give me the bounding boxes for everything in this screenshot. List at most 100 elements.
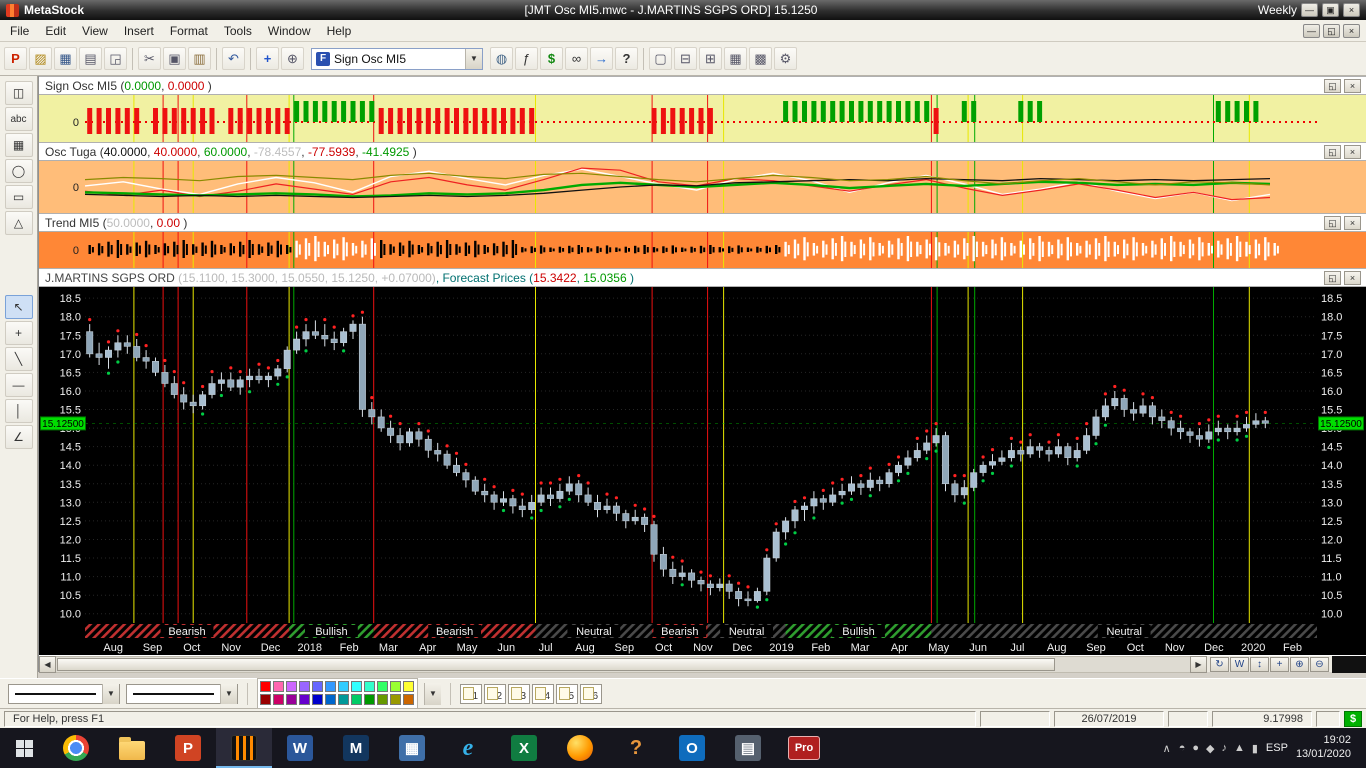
color-swatch-5[interactable]	[325, 681, 336, 692]
color-swatch-10[interactable]	[390, 681, 401, 692]
layout-preset-6-button[interactable]: 6	[580, 684, 602, 704]
print-preview-icon[interactable]: ◲	[104, 47, 127, 70]
menu-help[interactable]: Help	[319, 21, 360, 41]
undo-icon[interactable]: ↶	[222, 47, 245, 70]
color-swatch-8[interactable]	[364, 681, 375, 692]
trend-pane-restore-button[interactable]: ◱	[1324, 216, 1341, 230]
menu-format[interactable]: Format	[162, 21, 216, 41]
tray-icon-4[interactable]: ♪	[1221, 742, 1227, 755]
taskbar-excel[interactable]: X	[496, 728, 552, 768]
vertical-line-tool-icon[interactable]: │	[5, 399, 33, 423]
taskbar-metastock[interactable]	[216, 728, 272, 768]
color-swatch-19[interactable]	[351, 694, 362, 705]
trend-chart[interactable]: 0	[39, 232, 1366, 268]
osc-tuga-chart[interactable]: 0	[39, 161, 1366, 213]
new-window-icon[interactable]: ▢	[649, 47, 672, 70]
tile-horizontal-icon[interactable]: ⊟	[674, 47, 697, 70]
color-swatch-2[interactable]	[286, 681, 297, 692]
layout-preset-1-button[interactable]: 1	[460, 684, 482, 704]
vertical-fit-icon[interactable]: ↕	[1250, 657, 1269, 672]
color-swatch-13[interactable]	[273, 694, 284, 705]
taskbar-calculator[interactable]: ▦	[384, 728, 440, 768]
cut-icon[interactable]: ✂	[138, 47, 161, 70]
close-button[interactable]: ×	[1343, 3, 1360, 17]
save-icon[interactable]: ▦	[54, 47, 77, 70]
color-swatch-16[interactable]	[312, 694, 323, 705]
color-swatch-22[interactable]	[390, 694, 401, 705]
layout-preset-4-button[interactable]: 4	[532, 684, 554, 704]
price-chart[interactable]: 18.518.518.018.017.517.517.017.016.516.5…	[39, 287, 1366, 623]
grid-tool-icon[interactable]: ▦	[5, 133, 33, 157]
text-tool-icon[interactable]: abc	[5, 107, 33, 131]
clock[interactable]: 19:02 13/01/2020	[1296, 734, 1351, 762]
indicator-dropdown[interactable]: F Sign Osc MI5 ▼	[311, 48, 483, 70]
color-swatch-18[interactable]	[338, 694, 349, 705]
pan-chart-icon[interactable]: +	[256, 47, 279, 70]
color-swatch-14[interactable]	[286, 694, 297, 705]
tray-icon-2[interactable]: ●	[1192, 742, 1199, 755]
horizontal-line-tool-icon[interactable]: —	[5, 373, 33, 397]
menu-tools[interactable]: Tools	[216, 21, 260, 41]
explorer-icon[interactable]: ∞	[565, 47, 588, 70]
taskbar-fax[interactable]: ▤	[720, 728, 776, 768]
zoom-out-icon[interactable]: ⊖	[1310, 657, 1329, 672]
price-pane-body[interactable]: 18.518.518.018.017.517.517.017.016.516.5…	[39, 287, 1366, 623]
color-swatch-7[interactable]	[351, 681, 362, 692]
color-swatch-23[interactable]	[403, 694, 414, 705]
layout-preset-3-button[interactable]: 3	[508, 684, 530, 704]
osc-pane-body[interactable]: 0	[39, 161, 1366, 213]
menu-file[interactable]: File	[2, 21, 37, 41]
start-button[interactable]	[0, 728, 48, 768]
line-style-dropdown[interactable]: ▼	[8, 684, 120, 704]
chevron-down-icon[interactable]: ▼	[220, 684, 237, 704]
taskbar-internet-explorer[interactable]: e	[440, 728, 496, 768]
tray-chevron-icon[interactable]: ∧	[1163, 742, 1171, 755]
angle-line-tool-icon[interactable]: ∠	[5, 425, 33, 449]
menu-edit[interactable]: Edit	[37, 21, 74, 41]
whats-this-icon[interactable]: ?	[615, 47, 638, 70]
menu-view[interactable]: View	[74, 21, 116, 41]
scroll-right-button[interactable]: ▶	[1190, 656, 1207, 673]
menu-insert[interactable]: Insert	[116, 21, 162, 41]
tray-icon-5[interactable]: ▲	[1234, 742, 1245, 755]
ellipse-tool-icon[interactable]: ◯	[5, 159, 33, 183]
child-minimize-button[interactable]: —	[1303, 24, 1320, 38]
trend-pane-close-button[interactable]: ×	[1344, 216, 1361, 230]
layout-preset-2-button[interactable]: 2	[484, 684, 506, 704]
arrange-icons-icon[interactable]: ▩	[749, 47, 772, 70]
open-icon[interactable]: ▨	[29, 47, 52, 70]
taskbar-word[interactable]: W	[272, 728, 328, 768]
chevron-down-icon[interactable]: ▼	[102, 684, 119, 704]
tray-icon-3[interactable]: ◆	[1206, 742, 1214, 755]
taskbar-chrome[interactable]	[48, 728, 104, 768]
osc-pane-close-button[interactable]: ×	[1344, 145, 1361, 159]
taskbar-firefox[interactable]	[552, 728, 608, 768]
price-pane-close-button[interactable]: ×	[1344, 271, 1361, 285]
color-swatch-9[interactable]	[377, 681, 388, 692]
tray-icon-6[interactable]: ▮	[1252, 742, 1258, 755]
sign-pane-close-button[interactable]: ×	[1344, 79, 1361, 93]
color-swatch-11[interactable]	[403, 681, 414, 692]
tray-icon-1[interactable]: ◓	[1179, 742, 1186, 755]
scrollbar-track[interactable]	[56, 656, 1190, 673]
minimize-button[interactable]: —	[1301, 3, 1318, 17]
taskbar-m-app[interactable]: M	[328, 728, 384, 768]
trend-pane-body[interactable]: 0	[39, 232, 1366, 268]
scroll-left-button[interactable]: ◀	[39, 656, 56, 673]
color-swatch-20[interactable]	[364, 694, 375, 705]
taskbar-metastock-pro[interactable]: Pro	[776, 728, 832, 768]
child-restore-button[interactable]: ◱	[1323, 24, 1340, 38]
triangle-tool-icon[interactable]: △	[5, 211, 33, 235]
pan-icon[interactable]: +	[1270, 657, 1289, 672]
cascade-windows-icon[interactable]: ▦	[724, 47, 747, 70]
chevron-down-icon[interactable]: ▼	[465, 49, 482, 69]
color-swatch-12[interactable]	[260, 694, 271, 705]
child-close-button[interactable]: ×	[1343, 24, 1360, 38]
refresh-icon[interactable]: ↻	[1210, 657, 1229, 672]
taskbar-file-explorer[interactable]	[104, 728, 160, 768]
symbol-window-icon[interactable]: ◫	[5, 81, 33, 105]
language-indicator[interactable]: ESP	[1266, 742, 1288, 754]
taskbar-powerpoint[interactable]: P	[160, 728, 216, 768]
zoom-in-icon[interactable]: ⊕	[1290, 657, 1309, 672]
layout-preset-5-button[interactable]: 5	[556, 684, 578, 704]
